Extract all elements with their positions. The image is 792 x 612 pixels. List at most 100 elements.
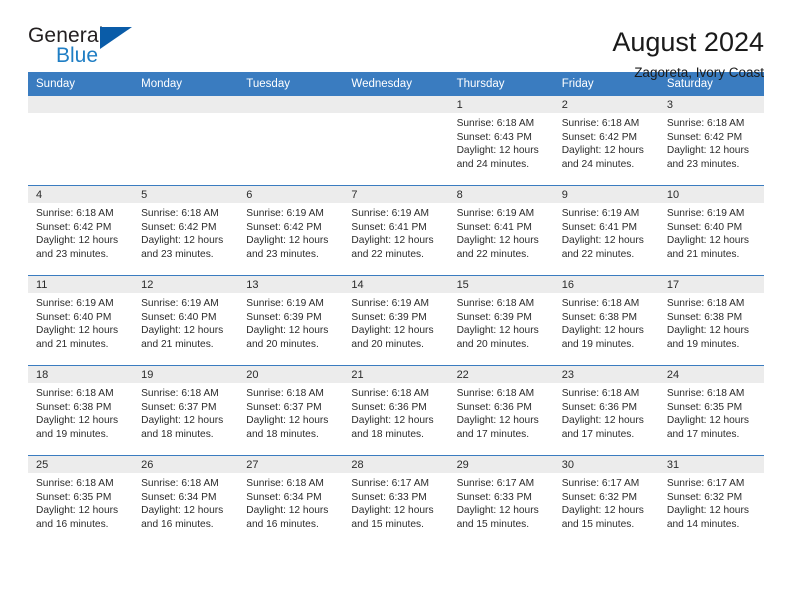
daylight-text-line1: Daylight: 12 hours [36,505,119,517]
sunset-text: Sunset: 6:42 PM [561,131,638,143]
calendar-day-cell[interactable]: 20 Sunrise: 6:18 AM Sunset: 6:37 PM Dayligh… [238,365,344,456]
day-number-empty [238,96,344,113]
sunset-text: Sunset: 6:41 PM [351,221,427,233]
sunset-text: Sunset: 6:35 PM [36,491,112,503]
day-details: Sunrise: 6:18 AM Sunset: 6:42 PM Daylight:… [659,113,764,171]
day-details: Sunrise: 6:18 AM Sunset: 6:38 PM Daylight:… [28,383,133,441]
day-details: Sunrise: 6:19 AM Sunset: 6:39 PM Daylight:… [343,293,448,351]
calendar-day-cell[interactable]: 2 Sunrise: 6:18 AM Sunset: 6:42 PM Daylight… [553,96,659,186]
sunrise-text: Sunrise: 6:19 AM [666,208,745,219]
daylight-text-line2: and 15 minutes. [561,518,635,530]
calendar-day-cell[interactable]: 21 Sunrise: 6:18 AM Sunset: 6:36 PM Dayligh… [343,365,449,456]
sunset-text: Sunset: 6:32 PM [561,491,638,503]
daylight-text-line2: and 22 minutes. [561,248,635,260]
daylight-text-line1: Daylight: 12 hours [36,235,119,247]
day-details: Sunrise: 6:19 AM Sunset: 6:41 PM Daylight:… [449,203,554,261]
daylight-text-line1: Daylight: 12 hours [246,235,329,247]
day-number: 27 [238,456,344,473]
day-details: Sunrise: 6:18 AM Sunset: 6:38 PM Daylight:… [659,293,764,351]
day-number: 7 [343,186,449,203]
day-number: 5 [133,186,239,203]
calendar-day-cell[interactable]: 5 Sunrise: 6:18 AM Sunset: 6:42 PM Daylight… [133,185,239,276]
sunrise-text: Sunrise: 6:18 AM [36,208,114,219]
calendar-day-cell[interactable]: 14 Sunrise: 6:19 AM Sunset: 6:39 PM Dayligh… [343,275,449,366]
calendar-day-cell[interactable]: 12 Sunrise: 6:19 AM Sunset: 6:40 PM Dayligh… [133,275,239,366]
calendar-day-cell[interactable]: 17 Sunrise: 6:18 AM Sunset: 6:38 PM Dayligh… [658,275,764,366]
daylight-text-line2: and 19 minutes. [666,338,740,350]
calendar-day-cell[interactable]: 6 Sunrise: 6:19 AM Sunset: 6:42 PM Daylight… [238,185,344,276]
calendar-day-cell[interactable]: 31 Sunrise: 6:17 AM Sunset: 6:32 PM Dayligh… [658,455,764,545]
daylight-text-line1: Daylight: 12 hours [351,415,434,427]
calendar-day-cell[interactable]: 16 Sunrise: 6:18 AM Sunset: 6:38 PM Dayligh… [553,275,659,366]
daylight-text-line2: and 23 minutes. [246,248,319,260]
daylight-text-line1: Daylight: 12 hours [666,145,749,157]
sunset-text: Sunset: 6:41 PM [456,221,532,233]
calendar-day-cell[interactable]: 15 Sunrise: 6:18 AM Sunset: 6:39 PM Dayligh… [448,275,554,366]
sunrise-text: Sunrise: 6:18 AM [561,298,640,309]
sunset-text: Sunset: 6:39 PM [351,311,427,323]
calendar-day-cell[interactable]: 24 Sunrise: 6:18 AM Sunset: 6:35 PM Dayligh… [658,365,764,456]
calendar-day-cell[interactable]: 1 Sunrise: 6:18 AM Sunset: 6:43 PM Daylight… [448,96,554,186]
day-number: 12 [133,276,239,293]
weekday-header-tuesday: Tuesday [238,72,344,96]
sunset-text: Sunset: 6:42 PM [141,221,217,233]
calendar-week-row: 25 Sunrise: 6:18 AM Sunset: 6:35 PM Dayligh… [28,455,764,545]
weekday-header-monday: Monday [133,72,239,96]
day-number: 22 [448,366,554,383]
sunrise-text: Sunrise: 6:18 AM [561,118,640,129]
day-number-empty [28,96,134,113]
calendar-day-cell[interactable]: 30 Sunrise: 6:17 AM Sunset: 6:32 PM Dayligh… [553,455,659,545]
calendar-day-cell[interactable]: 7 Sunrise: 6:19 AM Sunset: 6:41 PM Daylight… [343,185,449,276]
calendar-day-cell[interactable]: 26 Sunrise: 6:18 AM Sunset: 6:34 PM Dayligh… [133,455,239,545]
daylight-text-line1: Daylight: 12 hours [561,145,644,157]
calendar-day-cell[interactable]: 25 Sunrise: 6:18 AM Sunset: 6:35 PM Dayligh… [28,455,134,545]
daylight-text-line2: and 20 minutes. [246,338,319,350]
calendar-day-cell[interactable]: 23 Sunrise: 6:18 AM Sunset: 6:36 PM Dayligh… [553,365,659,456]
sunrise-text: Sunrise: 6:18 AM [246,478,324,489]
day-details: Sunrise: 6:18 AM Sunset: 6:39 PM Daylight:… [449,293,554,351]
daylight-text-line2: and 17 minutes. [561,428,635,440]
calendar-cell-empty [133,96,239,186]
calendar-day-cell[interactable]: 27 Sunrise: 6:18 AM Sunset: 6:34 PM Dayligh… [238,455,344,545]
daylight-text-line1: Daylight: 12 hours [246,325,329,337]
sunrise-text: Sunrise: 6:19 AM [456,208,535,219]
calendar-day-cell[interactable]: 28 Sunrise: 6:17 AM Sunset: 6:33 PM Dayligh… [343,455,449,545]
calendar-day-cell[interactable]: 13 Sunrise: 6:19 AM Sunset: 6:39 PM Dayligh… [238,275,344,366]
calendar-day-cell[interactable]: 4 Sunrise: 6:18 AM Sunset: 6:42 PM Daylight… [28,185,134,276]
day-details: Sunrise: 6:17 AM Sunset: 6:33 PM Daylight:… [343,473,448,531]
day-number: 30 [553,456,659,473]
daylight-text-line1: Daylight: 12 hours [141,415,224,427]
calendar-day-cell[interactable]: 18 Sunrise: 6:18 AM Sunset: 6:38 PM Dayligh… [28,365,134,456]
daylight-text-line1: Daylight: 12 hours [36,325,119,337]
calendar-day-cell[interactable]: 29 Sunrise: 6:17 AM Sunset: 6:33 PM Dayligh… [448,455,554,545]
sunrise-text: Sunrise: 6:18 AM [456,118,535,129]
calendar-day-cell[interactable]: 9 Sunrise: 6:19 AM Sunset: 6:41 PM Daylight… [553,185,659,276]
calendar-day-cell[interactable]: 19 Sunrise: 6:18 AM Sunset: 6:37 PM Dayligh… [133,365,239,456]
day-number: 31 [658,456,764,473]
calendar-day-cell[interactable]: 11 Sunrise: 6:19 AM Sunset: 6:40 PM Dayligh… [28,275,134,366]
day-details: Sunrise: 6:19 AM Sunset: 6:41 PM Daylight:… [343,203,448,261]
daylight-text-line2: and 24 minutes. [456,158,530,170]
calendar-day-cell[interactable]: 3 Sunrise: 6:18 AM Sunset: 6:42 PM Daylight… [658,96,764,186]
day-number: 19 [133,366,239,383]
calendar-day-cell[interactable]: 10 Sunrise: 6:19 AM Sunset: 6:40 PM Dayligh… [658,185,764,276]
title-block: August 2024 Zagoreta, Ivory Coast [612,24,764,83]
daylight-text-line1: Daylight: 12 hours [36,415,119,427]
day-number: 20 [238,366,344,383]
daylight-text-line2: and 20 minutes. [351,338,424,350]
sunrise-text: Sunrise: 6:18 AM [36,388,114,399]
daylight-text-line2: and 15 minutes. [351,518,424,530]
page-title: August 2024 [612,27,764,57]
daylight-text-line2: and 17 minutes. [666,428,740,440]
day-number: 8 [448,186,554,203]
general-blue-logo[interactable]: General Blue [28,24,138,72]
daylight-text-line2: and 23 minutes. [666,158,740,170]
calendar-cell-empty [343,96,449,186]
calendar-day-cell[interactable]: 22 Sunrise: 6:18 AM Sunset: 6:36 PM Dayligh… [448,365,554,456]
calendar-day-cell[interactable]: 8 Sunrise: 6:19 AM Sunset: 6:41 PM Daylight… [448,185,554,276]
sunset-text: Sunset: 6:43 PM [456,131,532,143]
sunrise-text: Sunrise: 6:18 AM [141,478,219,489]
day-details: Sunrise: 6:18 AM Sunset: 6:36 PM Daylight:… [554,383,659,441]
daylight-text-line1: Daylight: 12 hours [456,325,539,337]
day-number-empty [133,96,239,113]
